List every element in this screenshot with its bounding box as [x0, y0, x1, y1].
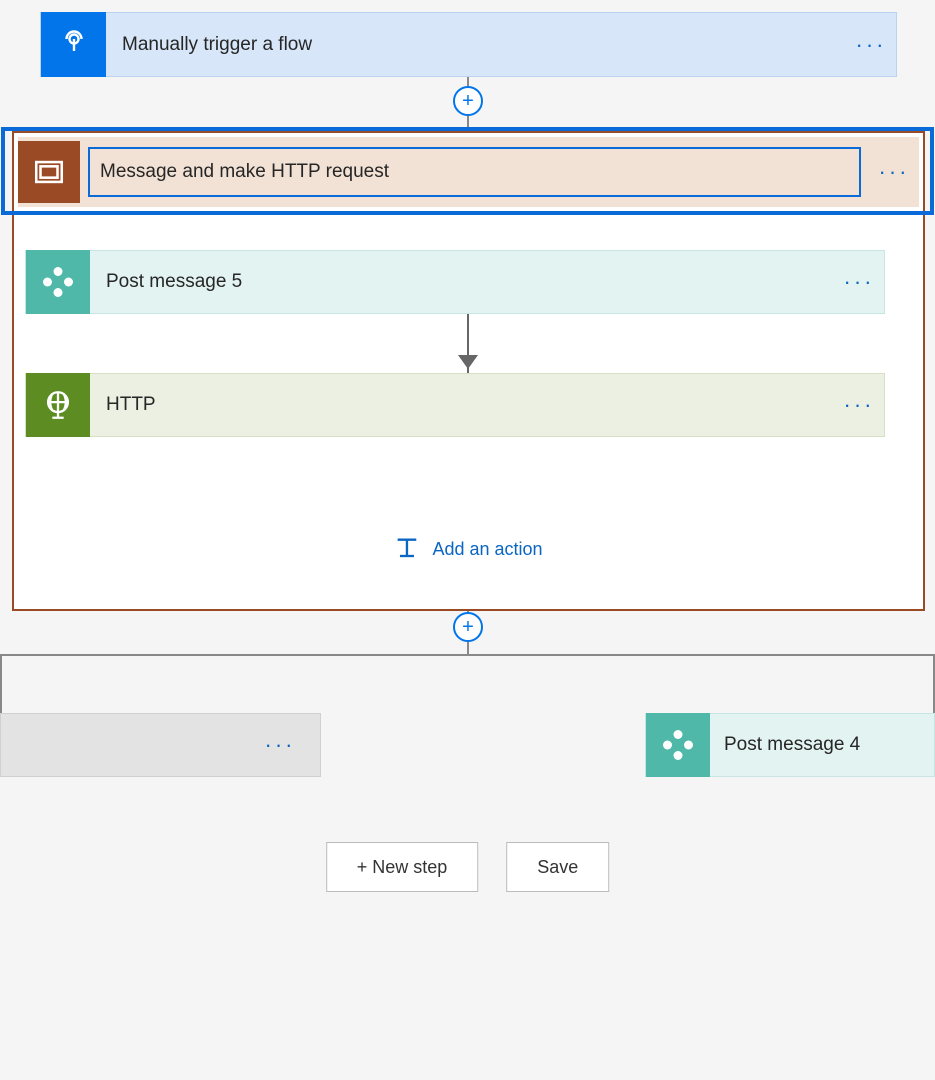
- arrow-icon: [458, 355, 478, 369]
- branch-right-card[interactable]: Post message 4: [645, 713, 935, 777]
- scope-header: ···: [18, 137, 919, 207]
- trigger-card[interactable]: Manually trigger a flow ···: [40, 12, 897, 77]
- flow-canvas: Manually trigger a flow ··· + ··· P: [0, 0, 935, 1080]
- post-message-title: Post message 5: [90, 271, 834, 293]
- add-action-label: Add an action: [432, 539, 542, 560]
- post-message-more-button[interactable]: ···: [834, 269, 884, 295]
- add-action-button[interactable]: Add an action: [392, 535, 542, 563]
- http-more-button[interactable]: ···: [834, 392, 884, 418]
- footer-buttons: + New step Save: [326, 842, 610, 892]
- add-action-icon: [392, 535, 420, 563]
- http-title: HTTP: [90, 394, 834, 416]
- post-message-card[interactable]: Post message 5 ···: [25, 250, 885, 314]
- branch-right-title: Post message 4: [710, 734, 934, 756]
- scope-title-input[interactable]: [88, 147, 861, 197]
- branch-line: [0, 654, 935, 656]
- branch-left-more-button[interactable]: ···: [255, 732, 305, 758]
- globe-icon: [26, 373, 90, 437]
- slack-icon: [26, 250, 90, 314]
- http-card[interactable]: HTTP ···: [25, 373, 885, 437]
- branch-left-card[interactable]: ···: [0, 713, 321, 777]
- tap-icon: [41, 12, 106, 77]
- slack-icon: [646, 713, 710, 777]
- add-step-button[interactable]: +: [453, 612, 483, 642]
- branch-line: [0, 654, 2, 713]
- save-button[interactable]: Save: [506, 842, 609, 892]
- scope-more-button[interactable]: ···: [869, 159, 919, 185]
- trigger-more-button[interactable]: ···: [846, 32, 896, 58]
- new-step-button[interactable]: + New step: [326, 842, 479, 892]
- add-step-button[interactable]: +: [453, 86, 483, 116]
- trigger-title: Manually trigger a flow: [106, 34, 846, 56]
- scope-icon: [18, 141, 80, 203]
